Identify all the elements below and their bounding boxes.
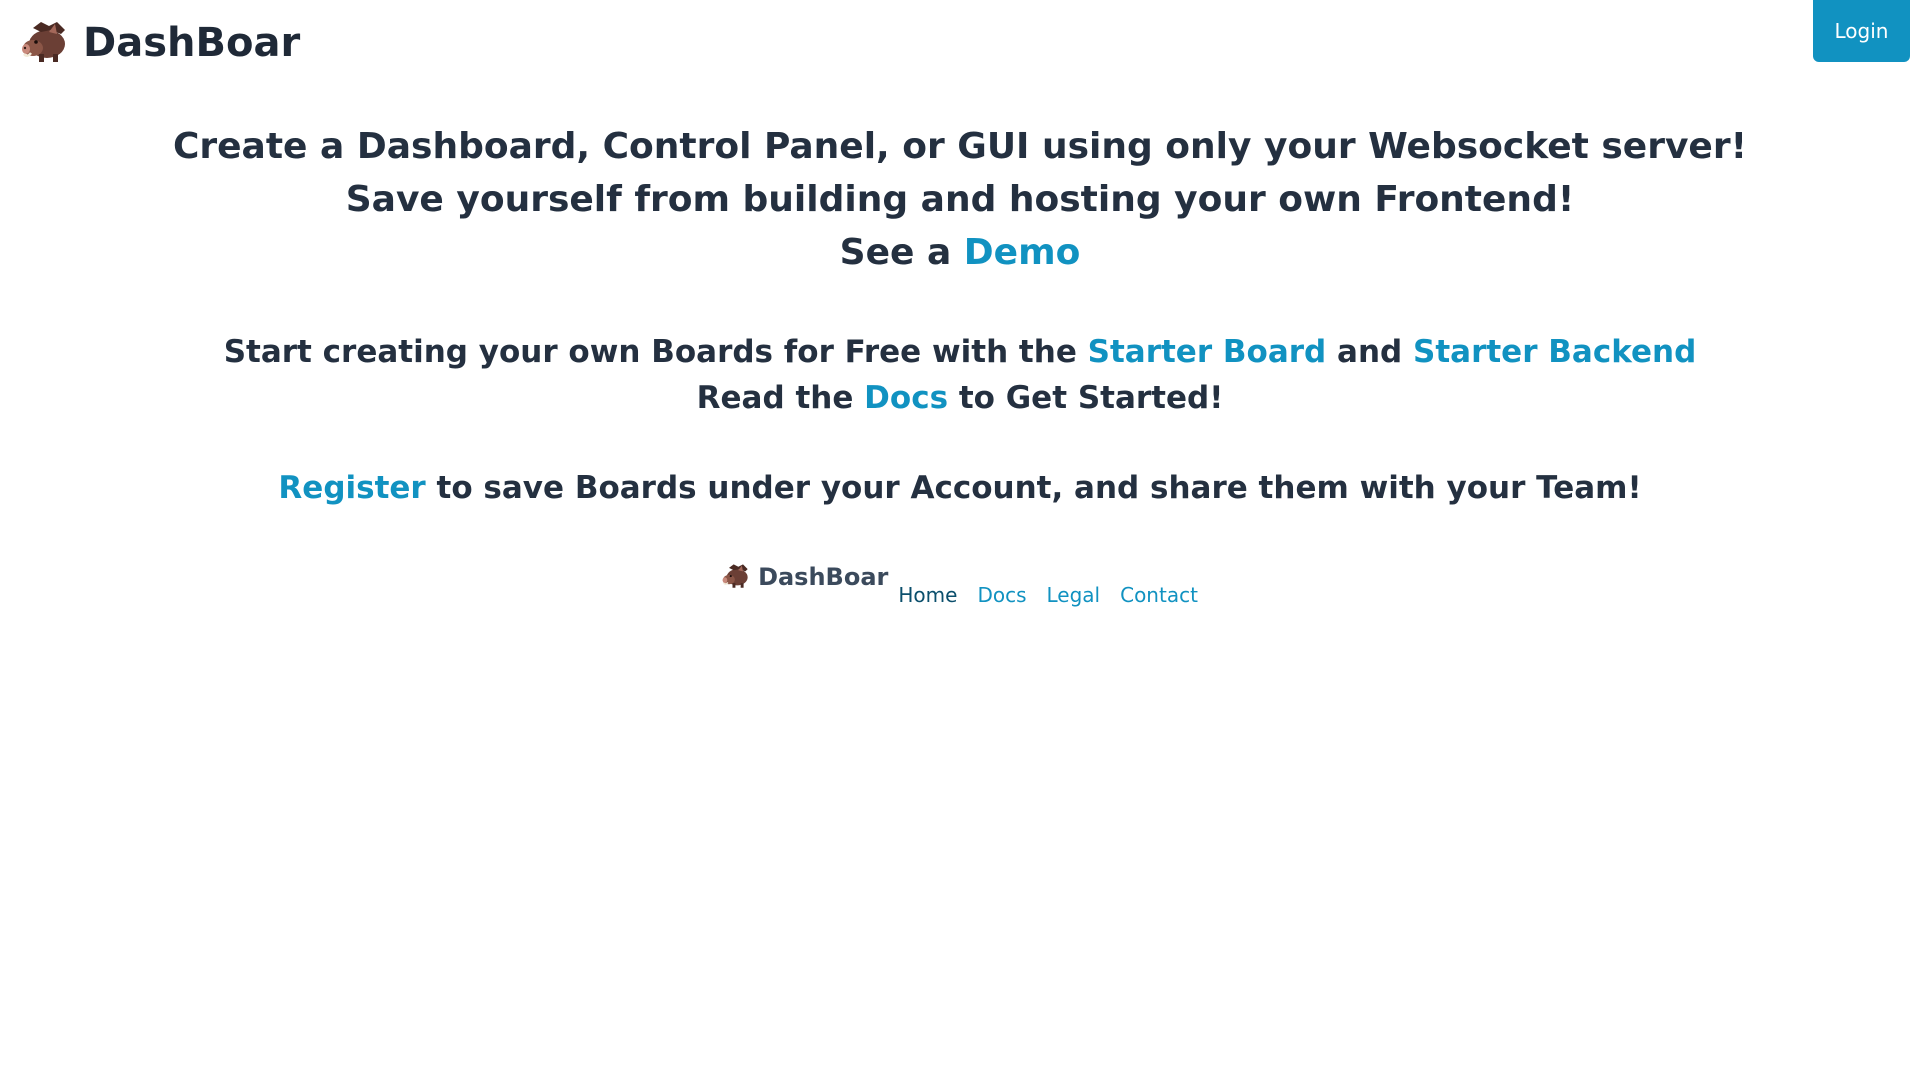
brand-name: DashBoar bbox=[83, 20, 301, 66]
starter-prefix: Start creating your own Boards for Free … bbox=[223, 334, 1088, 370]
register-link[interactable]: Register bbox=[278, 470, 425, 506]
starter-and: and bbox=[1326, 334, 1414, 370]
register-line: Register to save Boards under your Accou… bbox=[0, 465, 1920, 511]
footer-link-home[interactable]: Home bbox=[898, 580, 957, 610]
starter-line: Start creating your own Boards for Free … bbox=[0, 329, 1920, 375]
docs-line: Read the Docs to Get Started! bbox=[0, 375, 1920, 421]
starter-backend-link[interactable]: Starter Backend bbox=[1413, 334, 1696, 370]
footer: DashBoar Home Docs Legal Contact bbox=[0, 560, 1920, 610]
hero-line-2: Save yourself from building and hosting … bbox=[345, 179, 1575, 220]
docs-suffix: to Get Started! bbox=[948, 380, 1224, 416]
footer-link-legal[interactable]: Legal bbox=[1047, 580, 1101, 610]
header-logo[interactable]: DashBoar bbox=[21, 18, 300, 68]
footer-link-contact[interactable]: Contact bbox=[1120, 580, 1198, 610]
footer-link-docs[interactable]: Docs bbox=[977, 580, 1026, 610]
see-a-text: See a bbox=[839, 232, 964, 273]
boar-icon bbox=[21, 18, 69, 68]
hero-line-3: See a Demo bbox=[0, 226, 1920, 279]
hero-line-1: Create a Dashboard, Control Panel, or GU… bbox=[172, 126, 1748, 167]
page: DashBoar Login Create a Dashboard, Contr… bbox=[0, 0, 1920, 1080]
docs-prefix: Read the bbox=[696, 380, 865, 416]
main-content: Create a Dashboard, Control Panel, or GU… bbox=[0, 120, 1920, 511]
footer-brand[interactable]: DashBoar bbox=[722, 560, 888, 594]
register-suffix: to save Boards under your Account, and s… bbox=[425, 470, 1642, 506]
demo-link[interactable]: Demo bbox=[964, 232, 1081, 273]
boar-icon bbox=[722, 562, 750, 593]
footer-brand-name: DashBoar bbox=[758, 563, 889, 591]
docs-link[interactable]: Docs bbox=[864, 380, 948, 416]
login-button[interactable]: Login bbox=[1813, 0, 1910, 62]
footer-nav: Home Docs Legal Contact bbox=[898, 580, 1198, 610]
starter-board-link[interactable]: Starter Board bbox=[1088, 334, 1327, 370]
